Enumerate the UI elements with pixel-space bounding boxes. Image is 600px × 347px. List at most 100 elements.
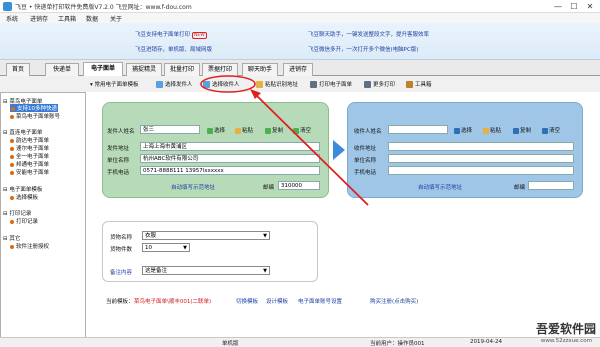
goods-name-value: 衣服 [145, 233, 157, 239]
sender-name-field[interactable]: 张三 [140, 125, 200, 134]
receiver-zip-field[interactable] [528, 181, 574, 190]
clear-icon [293, 127, 299, 134]
paste-address-button[interactable]: 粘贴识别地址 [256, 80, 298, 88]
tree-item-quanyi[interactable]: 全一电子面单 [10, 152, 49, 160]
sender-paste-button[interactable]: 粘贴 [235, 126, 253, 134]
receiver-company-label: 单位名称 [354, 158, 377, 164]
clear-icon [542, 127, 548, 134]
receiver-name-field[interactable] [388, 125, 448, 134]
person-icon [156, 81, 163, 88]
bullet-icon [10, 244, 14, 249]
tab-batch-print[interactable]: 批量打印 [164, 63, 200, 76]
select-sender-label: 选择发件人 [165, 82, 193, 88]
receiver-select-button[interactable]: 选择 [454, 126, 472, 134]
current-template-link[interactable]: 菜鸟电子面单\顺丰001(二联单) [134, 297, 211, 305]
tree-group-other[interactable]: ⊟ 其它 [3, 234, 20, 242]
ewaybill-account-settings-link[interactable]: 电子面单账号设置 [298, 297, 342, 305]
menu-system[interactable]: 系统 [6, 14, 18, 23]
select-receiver-label: 选择收件人 [212, 82, 240, 88]
status-date: 2019-04-24 [470, 339, 502, 345]
status-bar: 单机版 当前用户：操作员001 2019-04-24 [0, 337, 600, 347]
chevron-down-icon: ▼ [183, 245, 187, 251]
receiver-auto-fill-link[interactable]: 自动填写示范地址 [418, 183, 462, 191]
print-ewaybill-button[interactable]: 打印电子面单 [310, 80, 352, 88]
tab-home[interactable]: 首页 [6, 63, 30, 76]
receiver-copy-button[interactable]: 复制 [513, 126, 531, 134]
bullet-icon [10, 114, 14, 119]
tree-group-print-records[interactable]: ⊟ 打印记录 [3, 209, 31, 217]
menu-toolbox[interactable]: 工具箱 [58, 14, 76, 23]
menu-data[interactable]: 数据 [86, 14, 98, 23]
toolbox-icon [406, 81, 413, 88]
remark-value: 这是备注 [145, 268, 168, 274]
goods-name-select[interactable]: 衣服 ▼ [142, 231, 270, 240]
goods-count-select[interactable]: 10 ▼ [142, 243, 190, 252]
tree-item-yunda[interactable]: 韵达电子面单 [10, 136, 49, 144]
banner-link-chat-assistant[interactable]: 飞豆聊天助手，一键发送整段文字，提升客服效率 [308, 30, 429, 38]
sender-phone-label: 手机电话 [107, 170, 130, 176]
menu-about[interactable]: 关于 [110, 14, 122, 23]
chevron-down-icon: ▼ [263, 233, 267, 239]
tree-item-bangtong[interactable]: 邦通电子面单 [10, 160, 49, 168]
chevron-down-icon: ▼ [263, 268, 267, 274]
tree-item-cainiao-account[interactable]: 菜鸟电子面单账号 [10, 112, 60, 120]
tab-chat-assistant[interactable]: 聊天助手 [242, 63, 278, 76]
sender-panel: 发件人姓名 张三 选择 粘贴 复制 清空 发件地址 上海上海市黄浦区 单位名称 … [102, 102, 329, 198]
maximize-button[interactable]: ☐ [567, 1, 581, 12]
close-button[interactable]: ✕ [583, 1, 597, 12]
select-sender-button[interactable]: 选择发件人 [156, 80, 193, 88]
menu-inventory[interactable]: 进销存 [30, 14, 48, 23]
tree-group-templates[interactable]: ⊟ 电子面单模板 [3, 185, 42, 193]
tree-group-direct[interactable]: ⊟ 直连电子面单 [3, 128, 42, 136]
design-template-link[interactable]: 设计模板 [266, 297, 288, 305]
template-dropdown[interactable]: ▾ 常用电子面单模板 [90, 80, 139, 88]
menu-bar: 系统 进销存 工具箱 数据 关于 [0, 13, 600, 23]
receiver-address-label: 收件地址 [354, 146, 377, 152]
receiver-clear-button[interactable]: 清空 [542, 126, 560, 134]
buy-register-link[interactable]: 购买注册(点击购买) [370, 297, 418, 305]
select-receiver-button[interactable]: 选择收件人 [203, 80, 240, 88]
sender-select-button[interactable]: 选择 [207, 126, 225, 134]
receiver-address-field[interactable] [388, 142, 574, 151]
tab-inventory[interactable]: 进销存 [283, 63, 313, 76]
tree-item-registration-label: 软件注册授权 [16, 244, 50, 250]
sender-copy-button[interactable]: 复制 [265, 126, 283, 134]
minimize-button[interactable]: — [551, 1, 565, 12]
goods-count-value: 10 [145, 245, 152, 251]
sender-zip-field[interactable]: 310000 [278, 181, 320, 190]
bullet-icon [10, 162, 14, 167]
receiver-paste-button[interactable]: 粘贴 [483, 126, 501, 134]
tab-ewaybill[interactable]: 电子面单 [83, 62, 123, 76]
receiver-company-field[interactable] [388, 154, 574, 163]
sender-clear-button[interactable]: 清空 [293, 126, 311, 134]
sender-address-field[interactable]: 上海上海市黄浦区 [140, 142, 320, 151]
switch-template-link[interactable]: 切换模板 [236, 297, 258, 305]
receiver-phone-field[interactable] [388, 166, 574, 175]
toolbox-button[interactable]: 工具箱 [406, 80, 432, 88]
tree-item-registration[interactable]: 软件注册授权 [10, 242, 49, 250]
remark-select[interactable]: 这是备注 ▼ [142, 266, 270, 275]
tab-express-waybill[interactable]: 快递单 [45, 63, 79, 76]
more-print-button[interactable]: 更多打印 [364, 80, 395, 88]
tree-item-anneng[interactable]: 安能电子面单 [10, 168, 49, 176]
tree-item-cainiao-account-label: 菜鸟电子面单账号 [16, 114, 61, 120]
tree-item-suer[interactable]: 速尔电子面单 [10, 144, 49, 152]
tree-item-print-records[interactable]: 打印记录 [10, 217, 38, 225]
bullet-icon [10, 146, 14, 151]
banner-link-ewaybill[interactable]: 飞豆支持电子面单打印 NEW [135, 30, 207, 39]
tree-item-express-support[interactable]: 支持10多种快递 [10, 104, 58, 112]
banner-link-inventory[interactable]: 飞豆进销存，单机版、局域网版 [135, 45, 212, 53]
banner-link-wechat-multi[interactable]: 飞豆微信多开，一次打开多个微信(电脑PC版) [308, 45, 418, 53]
toolbox-label: 工具箱 [415, 82, 432, 88]
tab-receipt-print[interactable]: 票据打印 [202, 63, 238, 76]
copy-icon [513, 127, 519, 134]
sender-company-field[interactable]: 杭州ABC软件有限公司 [140, 154, 320, 163]
sender-phone-field[interactable]: 0571-8888111 13957lxxxxxx [140, 166, 320, 175]
tab-capture[interactable]: 捕捉精灵 [126, 63, 162, 76]
tree-item-select-template[interactable]: 选择模板 [10, 193, 38, 201]
paste-address-label: 粘贴识别地址 [265, 82, 299, 88]
title-bar: 飞豆 • 快递单打印软件免费版V7.2.0 飞豆网址：www.f-dou.com… [0, 0, 600, 13]
sender-auto-fill-link[interactable]: 自动填写示范地址 [171, 183, 215, 191]
toolbar: ▾ 常用电子面单模板 选择发件人 选择收件人 粘贴识别地址 打印电子面单 更多打… [86, 78, 600, 92]
sender-address-label: 发件地址 [107, 146, 130, 152]
